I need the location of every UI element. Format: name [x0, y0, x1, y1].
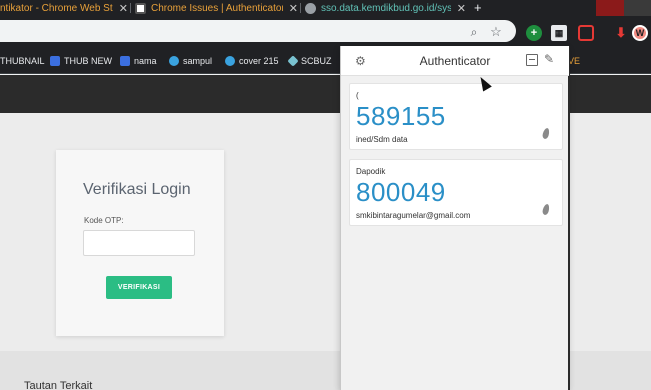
- tab-divider: [130, 3, 131, 13]
- star-icon[interactable]: ☆: [489, 24, 503, 39]
- address-bar[interactable]: [0, 20, 516, 42]
- related-links-title: Tautan Terkait: [24, 380, 93, 390]
- chrome-favicon-icon: [135, 2, 146, 14]
- otp-label: Kode OTP:: [84, 216, 124, 225]
- otp-entry[interactable]: ( 589155 ined/Sdm data: [349, 83, 563, 150]
- tab-divider: [300, 3, 301, 13]
- bookmark-label: sampul: [183, 55, 213, 66]
- tab-sso-kemdikbud[interactable]: sso.data.kemdikbud.go.id/sys/l ✕: [302, 0, 466, 16]
- bookmark-scbuz[interactable]: SCBUZ: [287, 54, 332, 67]
- diamond-icon: [287, 54, 299, 67]
- profile-avatar[interactable]: W: [632, 25, 648, 41]
- tab-label: sso.data.kemdikbud.go.id/sys/l: [321, 2, 451, 14]
- maximize-button[interactable]: [624, 0, 651, 16]
- extension-plus-icon[interactable]: +: [526, 25, 542, 41]
- tab-label: Chrome Issues | Authenticator: [151, 2, 283, 14]
- circle-icon: [169, 55, 179, 66]
- authenticator-header: ⚙ Authenticator ✎: [341, 46, 569, 76]
- otp-input[interactable]: [83, 230, 195, 256]
- bookmark-label: nama: [134, 55, 157, 66]
- download-icon[interactable]: ⬇: [613, 25, 629, 41]
- shield-icon: [120, 55, 130, 66]
- puzzle-extension-icon[interactable]: [578, 25, 594, 41]
- bookmark-sampul[interactable]: sampul: [169, 54, 212, 67]
- countdown-timer-icon: [541, 203, 551, 216]
- bookmark-thubnail[interactable]: THUBNAIL: [0, 54, 45, 67]
- bookmark-label: THUBNAIL: [0, 55, 45, 66]
- tab-label: ntikator - Chrome Web Sto: [0, 2, 113, 14]
- authenticator-popup: ⚙ Authenticator ✎ ( 589155 ined/Sdm data…: [340, 46, 570, 390]
- otp-account: ined/Sdm data: [356, 135, 408, 144]
- bookmark-nama[interactable]: nama: [120, 54, 157, 67]
- tab-strip: ntikator - Chrome Web Sto ✕ Chrome Issue…: [0, 0, 651, 16]
- zoom-icon[interactable]: ⌕: [467, 25, 481, 39]
- otp-issuer: Dapodik: [356, 167, 386, 176]
- otp-code[interactable]: 800049: [356, 177, 446, 208]
- close-icon[interactable]: ✕: [457, 2, 466, 15]
- otp-code[interactable]: 589155: [356, 101, 446, 132]
- otp-issuer: (: [356, 91, 359, 100]
- login-title: Verifikasi Login: [83, 181, 191, 198]
- bookmark-label: cover 215: [239, 55, 279, 66]
- new-tab-button[interactable]: +: [474, 0, 482, 16]
- bookmark-thub-new[interactable]: THUB NEW: [50, 54, 112, 67]
- shield-icon: [50, 55, 60, 66]
- minimize-button[interactable]: [596, 0, 624, 16]
- tab-chrome-web-store[interactable]: ntikator - Chrome Web Sto ✕: [0, 0, 128, 16]
- verify-button[interactable]: VERIFIKASI: [106, 276, 172, 299]
- bookmark-label: SCBUZ: [301, 55, 332, 66]
- pencil-icon[interactable]: ✎: [544, 52, 554, 66]
- otp-account: smkibintaragumelar@gmail.com: [356, 211, 471, 220]
- tab-chrome-issues[interactable]: Chrome Issues | Authenticator ✕: [132, 0, 298, 16]
- otp-entry[interactable]: Dapodik 800049 smkibintaragumelar@gmail.…: [349, 159, 563, 226]
- close-icon[interactable]: ✕: [289, 2, 298, 15]
- close-icon[interactable]: ✕: [119, 2, 128, 15]
- countdown-timer-icon: [541, 127, 551, 140]
- bookmark-label: THUB NEW: [64, 55, 112, 66]
- circle-icon: [225, 55, 235, 66]
- bookmark-cover-215[interactable]: cover 215: [225, 54, 279, 67]
- authenticator-extension-icon[interactable]: ▦: [551, 25, 567, 41]
- scan-qr-icon[interactable]: [526, 54, 538, 66]
- globe-favicon-icon: [305, 2, 316, 14]
